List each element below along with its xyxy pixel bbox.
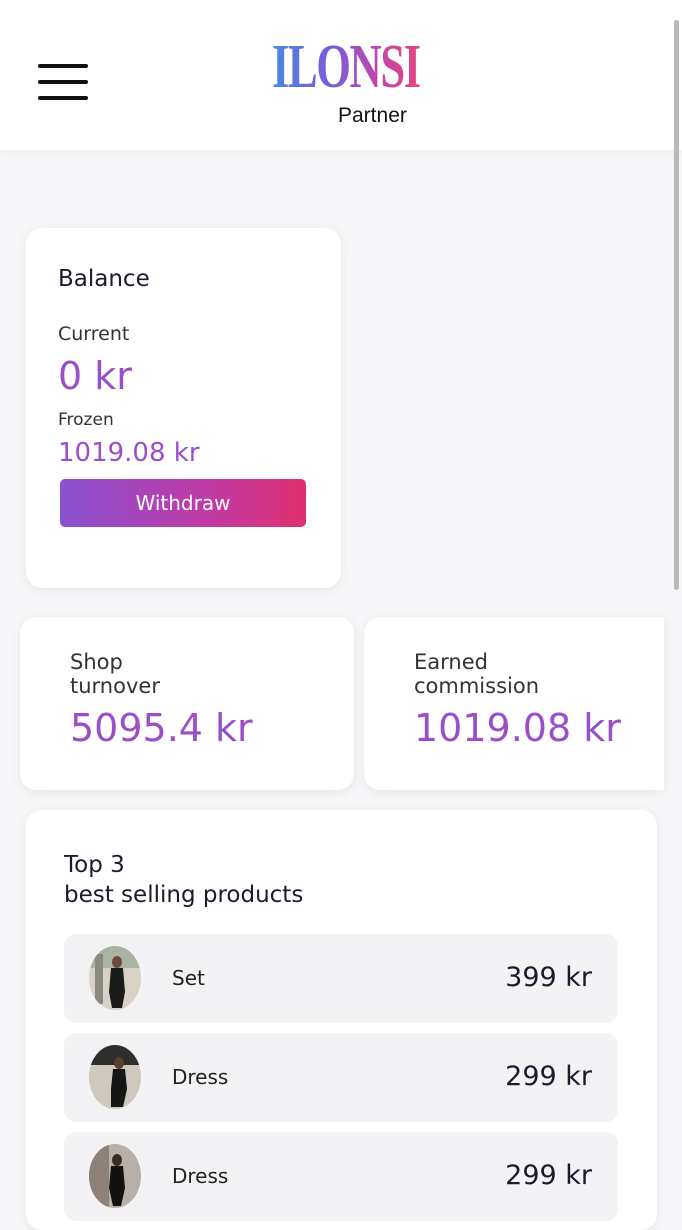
- frozen-balance-value: 1019.08 kr: [58, 438, 200, 468]
- earned-commission-card: Earned commission 1019.08 kr: [364, 617, 664, 790]
- scrollbar[interactable]: [674, 20, 679, 590]
- withdraw-button[interactable]: Withdraw: [60, 479, 306, 527]
- product-price: 299 kr: [505, 1160, 592, 1191]
- product-thumbnail: [89, 1144, 141, 1208]
- balance-title: Balance: [58, 266, 150, 292]
- earned-commission-label: Earned commission: [414, 650, 614, 698]
- balance-card: Balance Current 0 kr Frozen 1019.08 kr W…: [26, 228, 341, 588]
- current-balance-value: 0 kr: [58, 354, 132, 398]
- product-price: 399 kr: [505, 962, 592, 993]
- earned-commission-label-text: Earned commission: [414, 650, 540, 698]
- ilonsi-logo[interactable]: ILONSI: [272, 28, 421, 108]
- top-products-card: Top 3 best selling products Set 399 kr D…: [26, 810, 657, 1230]
- product-name: Set: [172, 966, 205, 990]
- product-name: Dress: [172, 1164, 229, 1188]
- product-name: Dress: [172, 1065, 229, 1089]
- product-row[interactable]: Dress 299 kr: [64, 1132, 618, 1221]
- shop-turnover-label-text: Shop turnover: [70, 650, 160, 698]
- product-thumbnail: [89, 1045, 141, 1109]
- product-row[interactable]: Dress 299 kr: [64, 1033, 618, 1122]
- logo-wordmark: ILONSI: [272, 28, 421, 106]
- frozen-balance-label: Frozen: [58, 410, 114, 430]
- hamburger-menu-icon[interactable]: [38, 64, 90, 102]
- earned-commission-value: 1019.08 kr: [414, 706, 621, 750]
- current-balance-label: Current: [58, 323, 130, 345]
- product-thumbnail: [89, 946, 141, 1010]
- top-products-title: Top 3 best selling products: [64, 852, 304, 908]
- shop-turnover-value: 5095.4 kr: [70, 706, 253, 750]
- product-price: 299 kr: [505, 1061, 592, 1092]
- shop-turnover-card: Shop turnover 5095.4 kr: [20, 617, 354, 790]
- product-row[interactable]: Set 399 kr: [64, 934, 618, 1023]
- shop-turnover-label: Shop turnover: [70, 650, 270, 698]
- app-header: ILONSI Partner: [0, 0, 682, 150]
- logo-subtitle: Partner: [338, 104, 407, 127]
